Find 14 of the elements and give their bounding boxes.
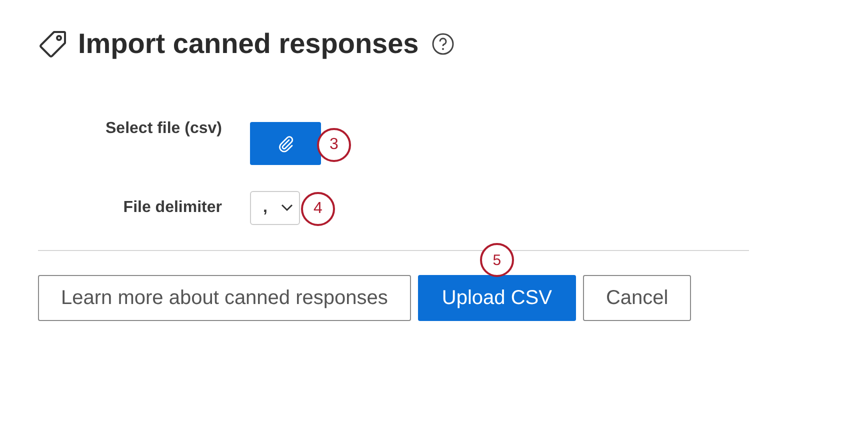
upload-button[interactable]: Upload CSV bbox=[418, 275, 576, 321]
help-icon[interactable] bbox=[430, 32, 455, 56]
field-label: Select file (csv) bbox=[104, 119, 222, 139]
dialog-button[interactable]: Cancel bbox=[582, 275, 692, 321]
callout-number: 5 bbox=[480, 243, 514, 277]
dialog-button[interactable]: Learn more about canned responses bbox=[38, 275, 411, 321]
tag-icon bbox=[38, 29, 68, 59]
dialog-title: Import canned responses bbox=[78, 28, 419, 60]
field-label: File delimiter bbox=[122, 199, 222, 217]
callout-number: 3 bbox=[317, 128, 351, 162]
delimiter-dropdown[interactable]: , bbox=[250, 191, 300, 225]
callout-number: 4 bbox=[301, 192, 335, 226]
attach-file-button[interactable] bbox=[250, 122, 321, 165]
chevron-down-icon bbox=[281, 204, 293, 212]
